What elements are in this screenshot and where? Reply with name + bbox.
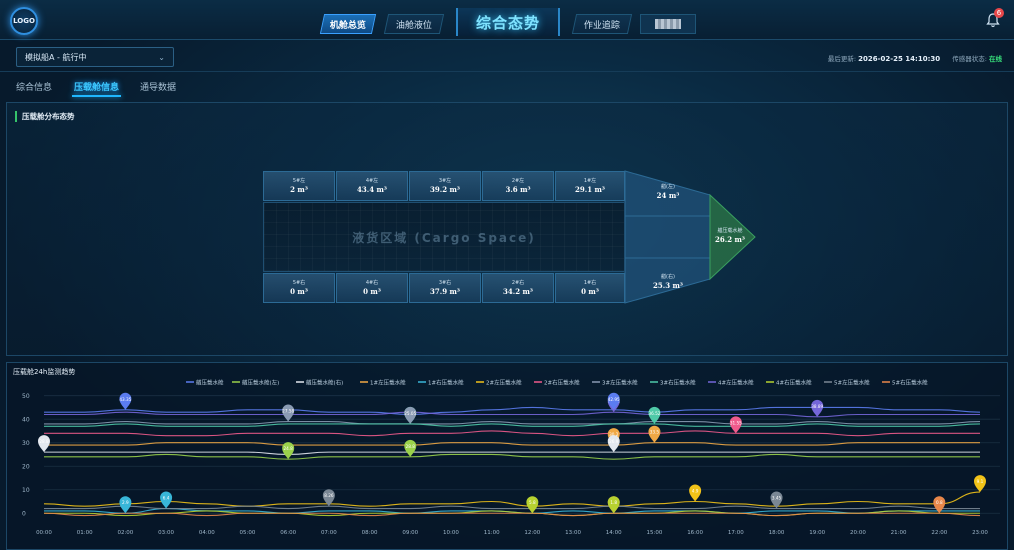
series-line xyxy=(44,505,980,510)
x-tick-label: 16:00 xyxy=(687,530,703,536)
marker-label: 28.8 xyxy=(406,444,416,449)
data-point-marker: 5.8 xyxy=(526,496,539,514)
legend-label: 3#左压载水舱 xyxy=(602,379,638,387)
x-tick-label: 13:00 xyxy=(565,530,581,536)
x-tick-label: 05:00 xyxy=(240,530,256,536)
data-point-marker: 24.8 xyxy=(282,442,295,460)
y-tick-label: 40 xyxy=(22,417,30,424)
legend-label: 艏压载水舱(右) xyxy=(306,379,343,387)
x-tick-label: 02:00 xyxy=(117,530,133,536)
x-tick-label: 15:00 xyxy=(647,530,663,536)
data-point-marker: 43.35 xyxy=(119,392,132,410)
marker-label: 43.35 xyxy=(119,397,131,402)
marker-label: 24.8 xyxy=(284,446,294,451)
marker-label: 42.95 xyxy=(608,397,620,402)
x-tick-label: 20:00 xyxy=(850,530,866,536)
legend-label: 3#右压载水舱 xyxy=(660,379,696,387)
marker-label: 38.89 xyxy=(811,404,823,409)
legend-label: 4#右压载水舱 xyxy=(776,379,812,387)
x-tick-label: 09:00 xyxy=(402,530,418,536)
marker-label: 5.8 xyxy=(529,500,536,505)
data-point-marker: 4.9 xyxy=(689,484,702,502)
data-point-marker: 6.4 xyxy=(160,491,173,509)
x-tick-label: 03:00 xyxy=(158,530,174,536)
marker-label: 31.55 xyxy=(730,420,742,425)
data-point-marker: 42.95 xyxy=(607,392,620,410)
marker-label: 6.4 xyxy=(163,496,170,501)
series-line xyxy=(43,491,981,507)
legend-label: 艏压载水舱(左) xyxy=(242,379,279,387)
marker-label: 8.26 xyxy=(324,493,334,498)
legend-label: 2#右压载水舱 xyxy=(544,379,580,387)
data-point-marker: 31.55 xyxy=(729,416,742,434)
x-tick-label: 17:00 xyxy=(728,530,744,536)
y-tick-label: 0 xyxy=(22,511,26,518)
x-tick-label: 11:00 xyxy=(484,530,500,536)
x-tick-label: 06:00 xyxy=(280,530,296,536)
marker-label: 1.8 xyxy=(610,500,617,505)
legend-label: 1#右压载水舱 xyxy=(428,379,464,387)
x-tick-label: 04:00 xyxy=(199,530,215,536)
data-point-marker: 25.05 xyxy=(404,406,417,424)
series-line xyxy=(44,421,981,425)
y-tick-label: 30 xyxy=(22,440,30,447)
data-point-marker: 28.8 xyxy=(38,435,50,453)
x-tick-label: 10:00 xyxy=(443,530,459,536)
x-tick-label: 19:00 xyxy=(809,530,825,536)
legend-label: 2#左压载水舱 xyxy=(486,379,522,387)
x-tick-label: 22:00 xyxy=(931,530,947,536)
data-point-marker: 1.8 xyxy=(607,496,620,514)
x-tick-label: 23:00 xyxy=(972,530,988,536)
data-point-marker: 28.8 xyxy=(404,439,417,457)
marker-label: 0.8 xyxy=(936,500,943,505)
trend-line-chart: 0 10 20 30 40 50 00:00 01:00 02:00 03:00 04:00 05:0… xyxy=(22,379,1000,536)
marker-label: 28.8 xyxy=(39,439,49,444)
app-root: LOGO 机舱总览 油舱液位 综合态势 作业追踪 6 模拟船A - 航行中 ⌄ … xyxy=(0,0,1014,550)
y-tick-label: 10 xyxy=(22,487,30,494)
series-line xyxy=(44,453,980,460)
data-point-marker: 2.9 xyxy=(119,496,132,514)
legend-label: 艏压载水舱 xyxy=(196,379,224,387)
legend-label: 5#左压载水舱 xyxy=(834,379,870,387)
legend-label: 4#左压载水舱 xyxy=(718,379,754,387)
marker-label: 3.45 xyxy=(772,496,782,501)
x-tick-label: 08:00 xyxy=(362,530,378,536)
x-tick-label: 14:00 xyxy=(606,530,622,536)
x-tick-label: 12:00 xyxy=(524,530,540,536)
marker-label: 33.5 xyxy=(650,430,660,435)
x-tick-label: 18:00 xyxy=(769,530,785,536)
marker-label: 26.9 xyxy=(609,439,619,444)
series-line xyxy=(44,451,980,456)
y-tick-label: 20 xyxy=(22,464,30,471)
x-tick-label: 01:00 xyxy=(77,530,93,536)
data-point-marker: 33.5 xyxy=(648,425,661,443)
legend-label: 1#左压载水舱 xyxy=(370,379,406,387)
data-point-marker: 26.9 xyxy=(607,435,620,453)
marker-label: 2.9 xyxy=(122,500,129,505)
series-line xyxy=(43,411,980,418)
data-point-marker: 38.89 xyxy=(811,399,824,417)
marker-label: 4.9 xyxy=(692,488,699,493)
x-tick-label: 07:00 xyxy=(321,530,337,536)
series-line xyxy=(44,406,981,416)
series-line xyxy=(44,430,980,437)
legend-label: 5#右压载水舱 xyxy=(892,379,928,387)
y-tick-label: 50 xyxy=(22,393,30,400)
x-tick-label: 00:00 xyxy=(36,530,52,536)
marker-label: 9.1 xyxy=(977,479,984,484)
marker-label: 25.05 xyxy=(404,411,416,416)
marker-label: 36.52 xyxy=(648,411,660,416)
x-tick-label: 21:00 xyxy=(891,530,907,536)
marker-label: 27.58 xyxy=(282,409,294,414)
